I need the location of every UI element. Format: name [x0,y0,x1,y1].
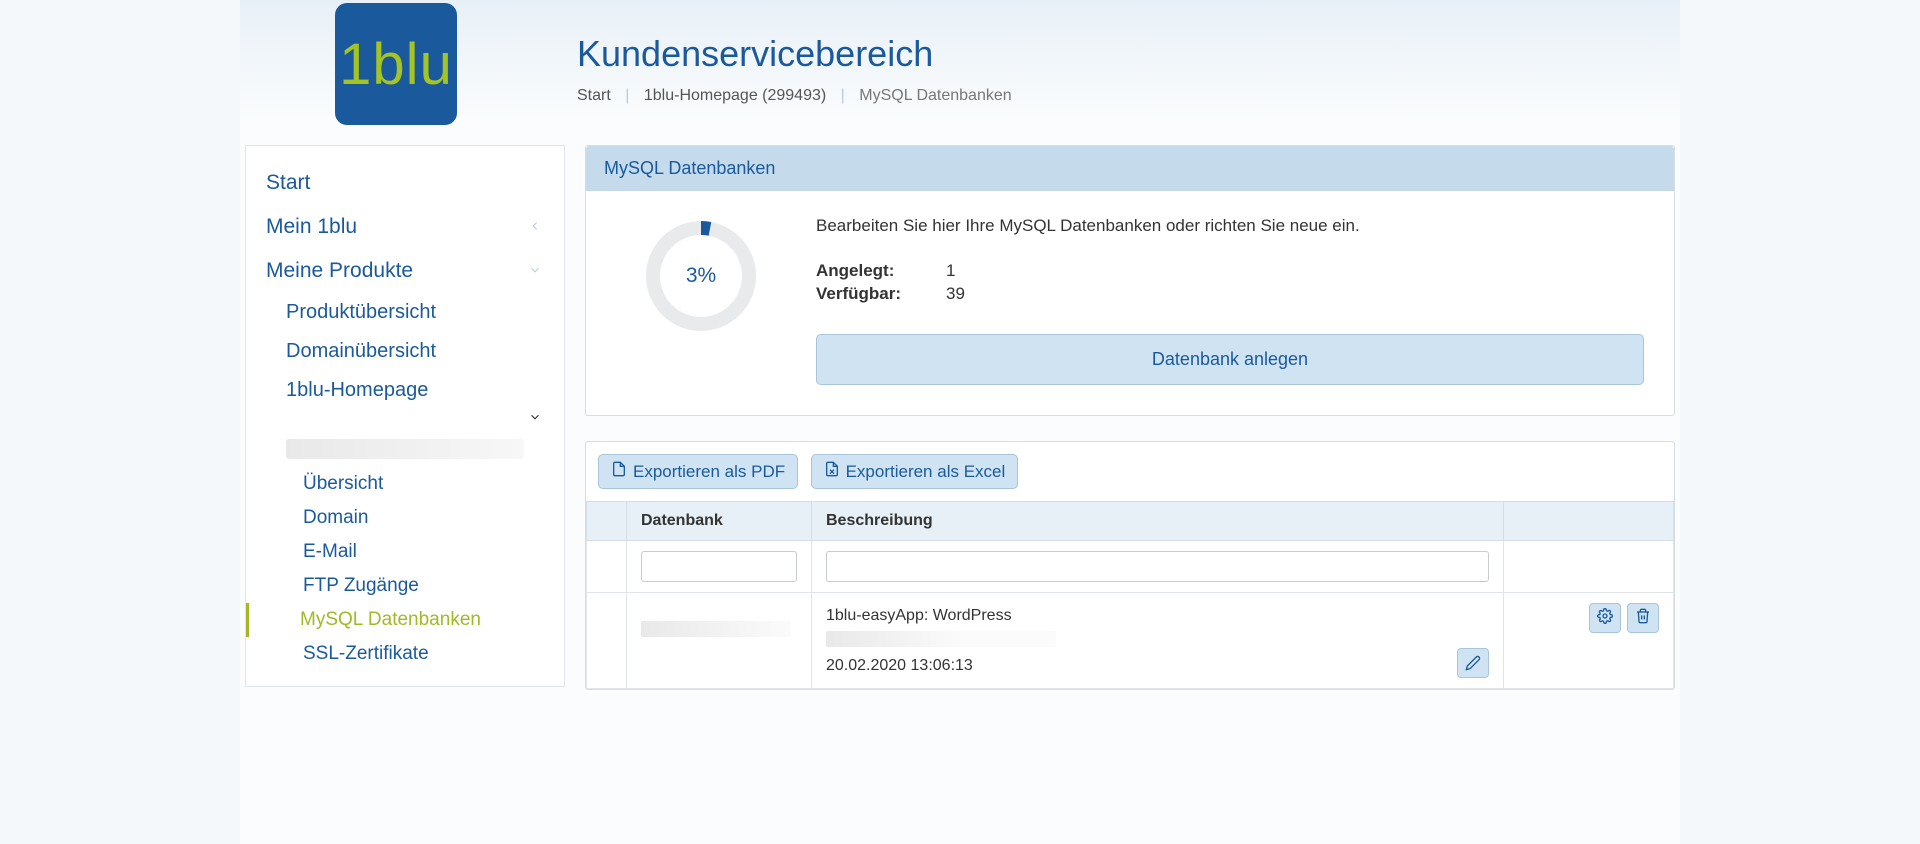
donut-percent-label: 3% [686,264,716,288]
sidebar-item-ftp[interactable]: FTP Zugänge [246,569,564,603]
sidebar-item-redacted[interactable] [286,439,524,459]
page-container: 1blu Kundenservicebereich Start | 1blu-H… [240,0,1680,844]
breadcrumb-sep: | [841,87,845,104]
edit-button[interactable] [1457,648,1489,678]
description-date: 20.02.2020 13:06:13 [826,653,1056,679]
export-pdf-button[interactable]: Exportieren als PDF [598,454,798,489]
info-row-angelegt: Angelegt: 1 [816,261,1644,281]
sidebar-item-label: Mein 1blu [266,215,357,239]
info-text: Bearbeiten Sie hier Ihre MySQL Datenbank… [816,216,1644,236]
panel-database-list: Exportieren als PDF Exportieren als Exce… [585,441,1675,690]
chevron-down-icon [528,261,542,282]
table-header-beschreibung: Beschreibung [812,502,1504,541]
description-redacted [826,631,1056,647]
logo: 1blu [335,3,457,125]
sidebar-item-produktuebersicht[interactable]: Produktübersicht [246,293,564,332]
sidebar-item-homepage[interactable]: 1blu-Homepage [246,371,564,410]
sidebar-item-label: Meine Produkte [266,259,413,283]
filter-datenbank-input[interactable] [641,551,797,582]
info-value: 1 [946,261,955,281]
button-label: Exportieren als PDF [633,462,785,482]
chevron-left-icon [528,217,542,238]
sidebar: Start Mein 1blu Meine Produkte Produktüb… [245,145,565,687]
breadcrumb-start[interactable]: Start [577,87,611,104]
info-value: 39 [946,284,965,304]
filter-beschreibung-input[interactable] [826,551,1489,582]
sidebar-item-email[interactable]: E-Mail [246,535,564,569]
logo-text: 1blu [339,31,453,98]
delete-button[interactable] [1627,603,1659,633]
table-row: 1blu-easyApp: WordPress 20.02.2020 13:06… [587,593,1674,689]
row-actions [1518,603,1659,633]
database-table: Datenbank Beschreibung [586,501,1674,689]
sidebar-item-meineprodukte[interactable]: Meine Produkte [246,249,564,293]
sidebar-item-start[interactable]: Start [246,161,564,205]
sidebar-sub-chevron-row [246,410,564,439]
export-excel-button[interactable]: Exportieren als Excel [811,454,1019,489]
page-title: Kundenservicebereich [577,33,1012,75]
header-content: Kundenservicebereich Start | 1blu-Homepa… [577,3,1012,105]
panel-body: 3% Bearbeiten Sie hier Ihre MySQL Datenb… [586,191,1674,415]
table-header-checkbox [587,502,627,541]
table-filter-row [587,541,1674,593]
sidebar-item-domain[interactable]: Domain [246,501,564,535]
info-area: Bearbeiten Sie hier Ihre MySQL Datenbank… [816,216,1644,385]
info-label: Verfügbar: [816,284,946,304]
sidebar-item-mein1blu[interactable]: Mein 1blu [246,205,564,249]
info-row-verfuegbar: Verfügbar: 39 [816,284,1644,304]
gear-icon [1597,608,1613,629]
table-header-actions [1504,502,1674,541]
excel-icon [824,461,846,482]
breadcrumb-sep: | [625,87,629,104]
content: MySQL Datenbanken 3% Bearbeiten Sie hier… [565,145,1675,715]
table-header-datenbank: Datenbank [627,502,812,541]
header: 1blu Kundenservicebereich Start | 1blu-H… [240,0,1680,145]
sidebar-item-domainuebersicht[interactable]: Domainübersicht [246,332,564,371]
chevron-down-icon [528,410,542,429]
description-app: 1blu-easyApp: WordPress [826,603,1056,629]
trash-icon [1635,608,1651,629]
sidebar-item-mysql[interactable]: MySQL Datenbanken [246,603,564,637]
breadcrumb-mid[interactable]: 1blu-Homepage (299493) [644,87,826,104]
info-label: Angelegt: [816,261,946,281]
settings-button[interactable] [1589,603,1621,633]
donut-chart: 3% [616,216,786,336]
create-database-button[interactable]: Datenbank anlegen [816,334,1644,385]
panel-header: MySQL Datenbanken [586,146,1674,191]
database-name-redacted [641,621,791,637]
button-label: Exportieren als Excel [846,462,1006,482]
sidebar-item-label: Start [266,171,310,195]
description-cell: 1blu-easyApp: WordPress 20.02.2020 13:06… [826,603,1056,678]
sidebar-item-uebersicht[interactable]: Übersicht [246,467,564,501]
breadcrumb: Start | 1blu-Homepage (299493) | MySQL D… [577,87,1012,105]
panel-mysql-overview: MySQL Datenbanken 3% Bearbeiten Sie hier… [585,145,1675,416]
main-area: Start Mein 1blu Meine Produkte Produktüb… [240,145,1680,715]
toolbar: Exportieren als PDF Exportieren als Exce… [586,442,1674,501]
pdf-icon [611,461,633,482]
sidebar-item-ssl[interactable]: SSL-Zertifikate [246,637,564,671]
breadcrumb-current: MySQL Datenbanken [859,87,1011,104]
